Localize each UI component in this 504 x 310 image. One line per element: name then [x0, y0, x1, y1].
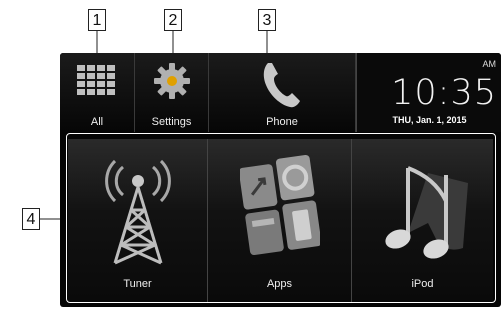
apps-label: Apps	[266, 278, 293, 290]
gear-icon	[154, 63, 190, 99]
callout-4: 4	[22, 208, 40, 230]
callout-1: 1	[88, 9, 106, 31]
clock-time: 10:35	[391, 73, 497, 113]
callout-3: 3	[258, 9, 276, 31]
tuner-label: Tuner	[123, 278, 152, 290]
clock-date: THU, Jan. 1, 2015	[392, 115, 467, 125]
ipod-button[interactable]: iPod	[352, 139, 493, 302]
head-unit-screen: All Settings Phone AM 10:35 THU, Jan. 1,…	[60, 53, 501, 307]
phone-label: Phone	[266, 116, 298, 128]
all-button[interactable]: All	[60, 53, 135, 132]
clock-display: AM 10:35 THU, Jan. 1, 2015	[356, 53, 501, 132]
antenna-tower-icon	[105, 159, 171, 265]
callout-2: 2	[164, 9, 182, 31]
settings-label: Settings	[151, 116, 192, 128]
apps-icon	[240, 154, 320, 256]
music-note-icon	[385, 166, 468, 259]
ipod-label: iPod	[411, 278, 434, 290]
ampm-indicator: AM	[482, 59, 497, 69]
tuner-button[interactable]: Tuner	[68, 139, 208, 302]
all-label: All	[90, 116, 104, 128]
phone-button[interactable]: Phone	[209, 53, 356, 132]
settings-button[interactable]: Settings	[135, 53, 209, 132]
phone-icon	[263, 63, 300, 108]
apps-button[interactable]: Apps	[208, 139, 352, 302]
grid-icon	[77, 65, 115, 95]
